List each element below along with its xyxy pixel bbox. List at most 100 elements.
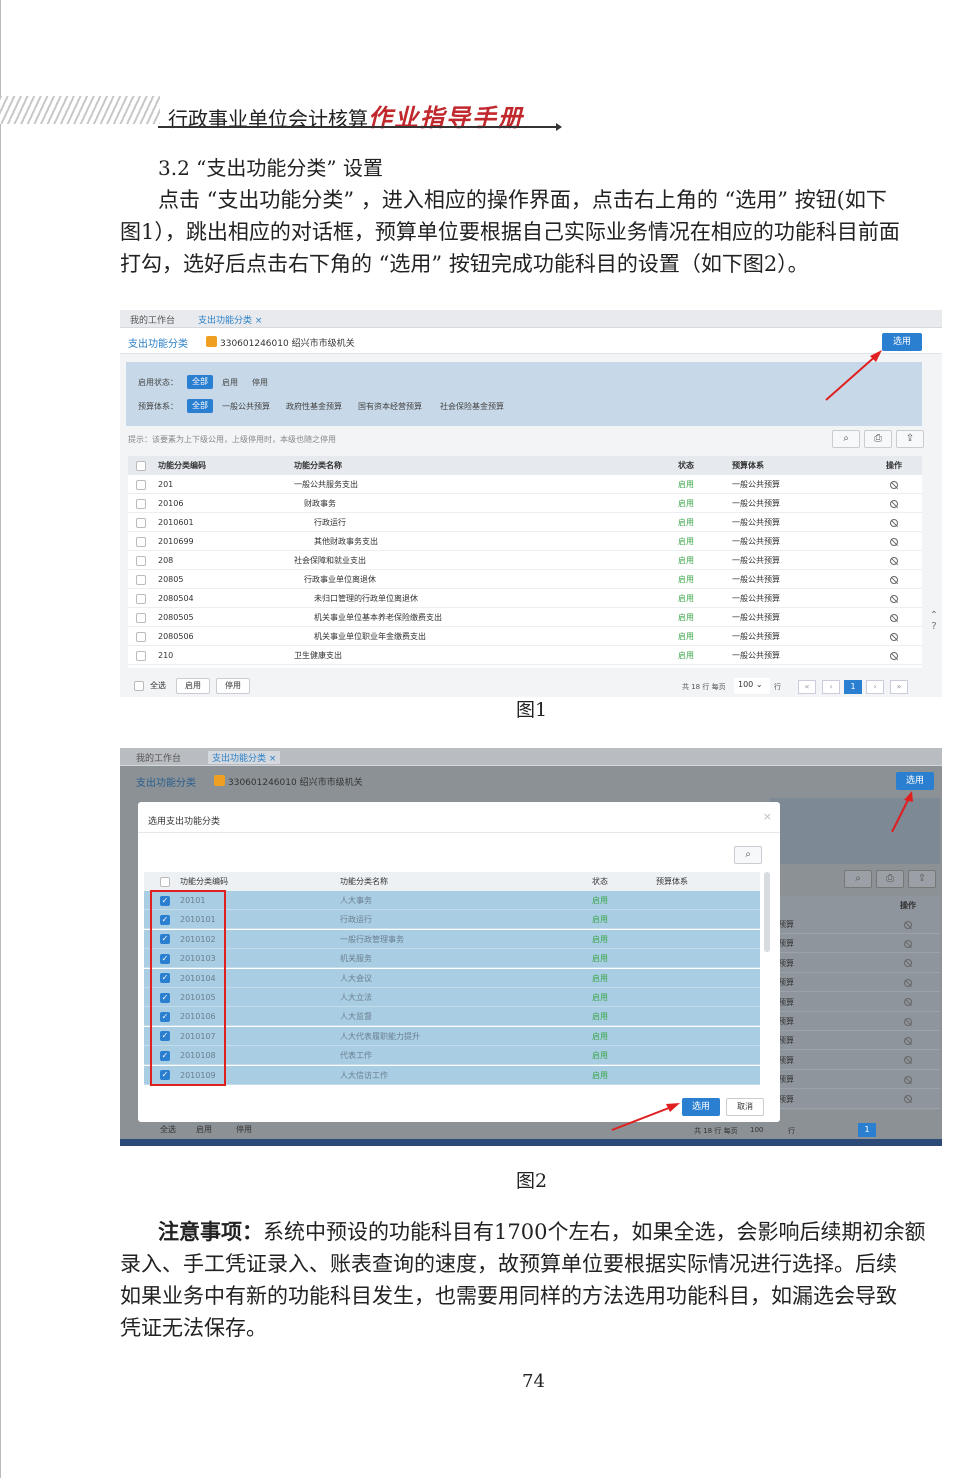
selected-row[interactable]: ✓ 2010106 人大监督 启用: [144, 1007, 760, 1027]
dialog-ok-button[interactable]: 选用: [682, 1098, 720, 1116]
table-row[interactable]: 201 一般公共服务支出 启用 一般公共预算: [128, 475, 922, 494]
dialog-cancel-button[interactable]: 取消: [726, 1098, 764, 1116]
cell-status: 启用: [678, 518, 694, 527]
cell-name: 人大会议: [340, 973, 372, 983]
para-line-3: 打勾，选好后点击右下角的 “选用” 按钮完成功能科目的设置（如下图2）。: [120, 252, 809, 276]
export-icon[interactable]: ⇪: [896, 430, 924, 448]
disable-action-icon[interactable]: [890, 513, 898, 532]
selected-row[interactable]: ✓ 2010108 代表工作 启用: [144, 1046, 760, 1066]
disable-action-icon[interactable]: [890, 627, 898, 646]
header-checkbox[interactable]: [160, 872, 170, 891]
select-all-label[interactable]: 全选: [150, 678, 166, 694]
budget-capital-chip[interactable]: 国有资本经营预算: [358, 401, 422, 412]
next-page-button[interactable]: ›: [866, 680, 884, 694]
tab-bar: 我的工作台 支出功能分类: [120, 310, 942, 328]
disable-action-icon[interactable]: [890, 494, 898, 513]
budget-all-chip[interactable]: 全部: [187, 399, 213, 413]
bg-budget-cell: 预算: [778, 939, 794, 949]
header-checkbox[interactable]: [136, 456, 146, 475]
row-checkbox[interactable]: [136, 551, 146, 570]
close-icon[interactable]: ×: [763, 810, 772, 823]
select-all-checkbox[interactable]: [134, 678, 144, 694]
disable-action-icon[interactable]: [890, 475, 898, 494]
table-row[interactable]: 208 社会保障和就业支出 启用 一般公共预算: [128, 551, 922, 570]
cell-code: 201: [158, 480, 174, 489]
bg-print-icon: ⎙: [876, 870, 904, 888]
tab-workbench[interactable]: 我的工作台: [136, 751, 181, 764]
row-checkbox[interactable]: [136, 513, 146, 532]
disable-action-icon[interactable]: [890, 608, 898, 627]
dialog-search-icon[interactable]: ⌕: [734, 846, 762, 864]
bg-budget-cell: 预算: [778, 997, 794, 1007]
prev-page-button[interactable]: ‹: [822, 680, 840, 694]
red-arrow-icon: [611, 1103, 680, 1131]
table-row[interactable]: 2010699 其他财政事务支出 启用 一般公共预算: [128, 532, 922, 551]
org-icon: [206, 336, 217, 347]
budget-fund-chip[interactable]: 政府性基金预算: [286, 401, 342, 412]
tab-expense-function[interactable]: 支出功能分类: [208, 751, 281, 764]
status-disabled-chip[interactable]: 停用: [252, 377, 268, 388]
cell-status: 启用: [592, 934, 608, 944]
cell-status: 启用: [678, 556, 694, 565]
budget-general-chip[interactable]: 一般公共预算: [222, 401, 270, 412]
selected-row[interactable]: ✓ 2010101 行政运行 启用: [144, 910, 760, 930]
bg-table-row: 预算: [770, 1051, 940, 1070]
cell-name: 人大代表履职能力提升: [340, 1031, 420, 1041]
disable-action-icon[interactable]: [890, 589, 898, 608]
row-checkbox[interactable]: [136, 608, 146, 627]
current-page[interactable]: 1: [844, 680, 862, 694]
cell-name: 行政运行: [340, 915, 372, 925]
status-all-chip[interactable]: 全部: [187, 375, 213, 389]
row-checkbox[interactable]: [136, 532, 146, 551]
last-page-button[interactable]: »: [890, 680, 908, 694]
page-size-select[interactable]: 100 ⌄: [734, 678, 770, 694]
disable-action-icon[interactable]: [890, 570, 898, 589]
table-row[interactable]: 210 卫生健康支出 启用 一般公共预算: [128, 646, 922, 665]
search-icon[interactable]: ⌕: [832, 430, 860, 448]
bg-table-strip: 操作 预算 预算 预算 预算 预算 预算 预算 预算 预算 预算: [770, 896, 940, 1110]
disable-action-icon[interactable]: [890, 646, 898, 665]
row-checkbox[interactable]: [136, 589, 146, 608]
enable-button[interactable]: 启用: [176, 678, 210, 694]
org-name: 330601246010 绍兴市市级机关: [220, 339, 355, 349]
selected-row[interactable]: ✓ 2010102 一般行政管理事务 启用: [144, 929, 760, 949]
selected-row[interactable]: ✓ 2010107 人大代表履职能力提升 启用: [144, 1026, 760, 1046]
selected-row[interactable]: ✓ 2010105 人大立法 启用: [144, 988, 760, 1007]
selected-row[interactable]: ✓ 2010103 机关服务 启用: [144, 949, 760, 969]
tab-workbench[interactable]: 我的工作台: [130, 313, 175, 326]
first-page-button[interactable]: «: [798, 680, 816, 694]
cell-status: 启用: [592, 1070, 608, 1080]
budget-filter-label: 预算体系：: [138, 402, 178, 411]
cell-budget: 一般公共预算: [732, 651, 780, 660]
row-checkbox[interactable]: [136, 570, 146, 589]
bg-disable-icon: [904, 1070, 912, 1089]
row-checkbox[interactable]: [136, 475, 146, 494]
selected-row[interactable]: ✓ 2010109 人大信访工作 启用: [144, 1065, 760, 1085]
tab-expense-function[interactable]: 支出功能分类: [198, 313, 262, 326]
disable-button[interactable]: 停用: [216, 678, 250, 694]
row-checkbox[interactable]: [136, 646, 146, 665]
table-row[interactable]: 2080506 机关事业单位职业年金缴费支出 启用 一般公共预算: [128, 627, 922, 646]
budget-insurance-chip[interactable]: 社会保险基金预算: [440, 401, 504, 412]
cell-name: 人大立法: [340, 993, 372, 1002]
figure-2-caption: 图2: [516, 1170, 548, 1192]
row-checkbox[interactable]: [136, 494, 146, 513]
print-icon[interactable]: ⎙: [864, 430, 892, 448]
cell-name: 人大信访工作: [340, 1070, 388, 1080]
table-row[interactable]: 2080505 机关事业单位基本养老保险缴费支出 启用 一般公共预算: [128, 608, 922, 627]
dialog-scrollbar[interactable]: [764, 872, 770, 952]
selected-row[interactable]: ✓ 20101 人大事务 启用: [144, 891, 760, 910]
side-scroll-controls[interactable]: ⌃?: [928, 610, 940, 650]
table-row[interactable]: 2080504 未归口管理的行政单位离退休 启用 一般公共预算: [128, 589, 922, 608]
row-checkbox[interactable]: [136, 627, 146, 646]
page-number: 74: [522, 1371, 545, 1392]
table-row[interactable]: 20805 行政事业单位离退休 启用 一般公共预算: [128, 570, 922, 589]
disable-action-icon[interactable]: [890, 551, 898, 570]
status-enabled-chip[interactable]: 启用: [222, 377, 238, 388]
pager-unit: 行: [774, 683, 781, 691]
table-row[interactable]: 20106 财政事务 启用 一般公共预算: [128, 494, 922, 513]
table-row[interactable]: 2010601 行政运行 启用 一般公共预算: [128, 513, 922, 532]
cell-name: 人大事务: [340, 896, 372, 905]
selected-row[interactable]: ✓ 2010104 人大会议 启用: [144, 968, 760, 988]
disable-action-icon[interactable]: [890, 532, 898, 551]
